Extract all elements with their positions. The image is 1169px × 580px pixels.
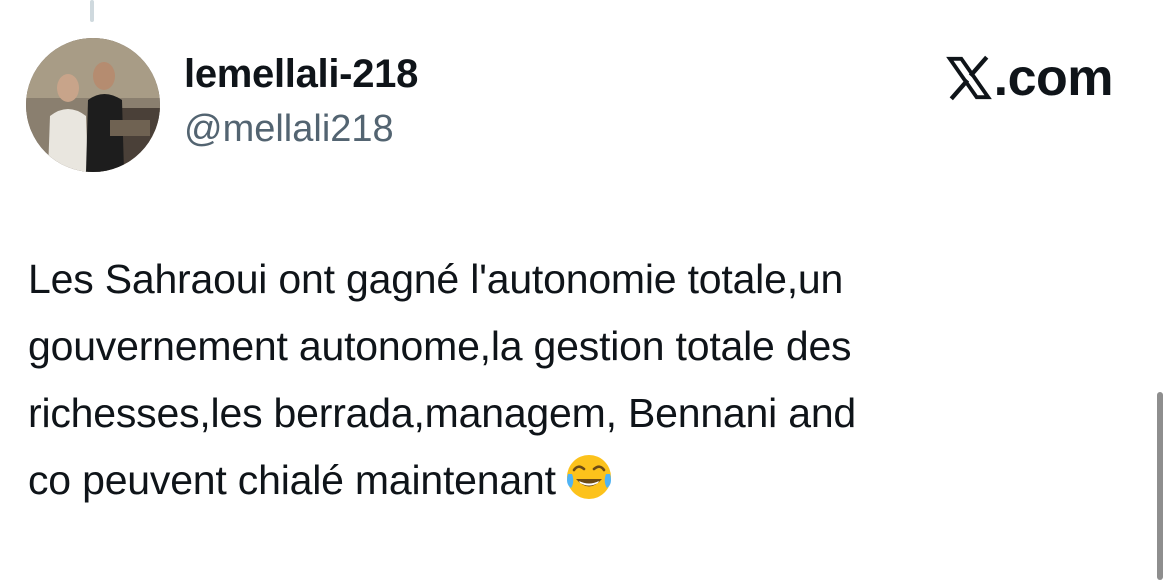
tweet-line: richesses,les berrada,managem, Bennani a… [28,390,857,436]
tweet-text: Les Sahraoui ont gagné l'autonomie total… [28,246,1108,514]
avatar[interactable] [26,38,160,172]
x-logo-icon [945,55,992,101]
author-handle[interactable]: @mellali218 [184,108,394,151]
author-display-name[interactable]: lemellali-218 [184,52,418,97]
thread-connector-line [90,0,94,22]
tweet-line: gouvernement autonome,la gestion totale … [28,323,852,369]
x-com-brand: .com [945,48,1114,108]
tweet-line: co peuvent chialé maintenant [28,457,556,503]
face-with-tears-of-joy-icon [566,455,611,499]
tweet-line: Les Sahraoui ont gagné l'autonomie total… [28,256,844,302]
scrollbar[interactable] [1157,392,1163,580]
brand-domain-text: .com [993,49,1114,107]
